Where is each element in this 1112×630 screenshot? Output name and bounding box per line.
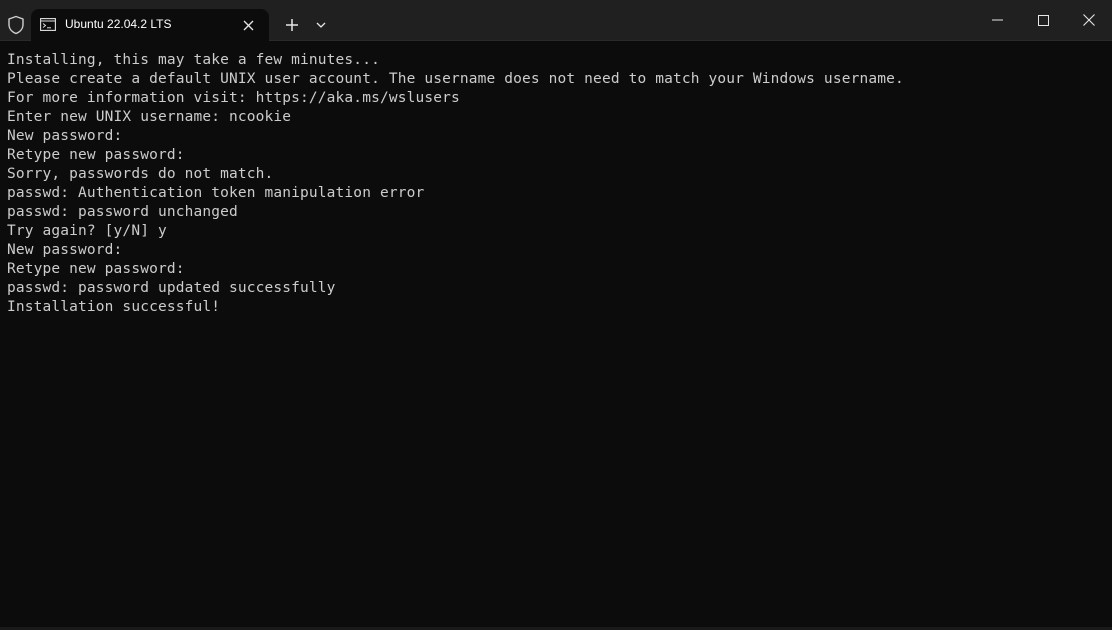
terminal-window: Ubuntu 22.04.2 LTS Installing, this may … [0,0,1112,630]
terminal-line: Enter new UNIX username: ncookie [7,109,292,125]
tab-title: Ubuntu 22.04.2 LTS [65,17,172,31]
terminal-line: Retype new password: [7,261,185,277]
terminal-line: Please create a default UNIX user accoun… [7,71,904,87]
title-bar[interactable]: Ubuntu 22.04.2 LTS [0,0,1112,41]
terminal-output[interactable]: Installing, this may take a few minutes.… [0,41,1112,627]
terminal-line: passwd: Authentication token manipulatio… [7,185,425,201]
close-icon[interactable] [238,15,258,35]
window-close-icon[interactable] [1066,0,1112,40]
terminal-line: Installing, this may take a few minutes.… [7,52,380,68]
shield-icon[interactable] [7,15,25,35]
plus-icon[interactable] [279,12,305,38]
terminal-line: Try again? [y/N] y [7,223,167,239]
tab-ubuntu[interactable]: Ubuntu 22.04.2 LTS [31,9,269,41]
terminal-line: Retype new password: [7,147,185,163]
terminal-line: Installation successful! [7,299,221,315]
maximize-icon[interactable] [1020,0,1066,40]
chevron-down-icon[interactable] [310,14,332,36]
terminal-line: For more information visit: https://aka.… [7,90,460,106]
terminal-line: Sorry, passwords do not match. [7,166,274,182]
terminal-line: New password: [7,128,123,144]
terminal-line: New password: [7,242,123,258]
terminal-line: passwd: password unchanged [7,204,238,220]
terminal-line: passwd: password updated successfully [7,280,336,296]
terminal-icon [40,18,56,31]
minimize-icon[interactable] [974,0,1020,40]
